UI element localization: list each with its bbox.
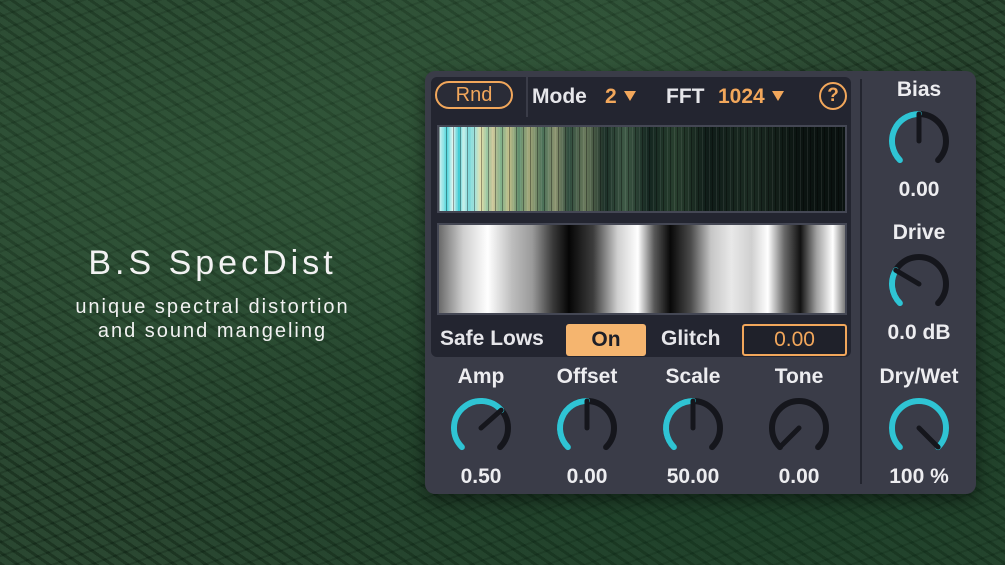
knob-pointer <box>777 425 802 450</box>
tone-value: 0.00 <box>778 465 820 488</box>
amp-value: 0.50 <box>460 465 502 488</box>
safe-lows-toggle[interactable]: On <box>566 324 646 356</box>
plugin-device: Rnd Mode 2 FFT 1024 ? Safe Lows On Glitc… <box>425 71 976 494</box>
fft-dropdown[interactable]: 1024 <box>718 85 785 109</box>
knob-tone: Tone 0.00 <box>749 365 849 489</box>
knob-drive: Drive 0.0 dB <box>869 221 969 345</box>
right-column-divider <box>860 79 862 484</box>
help-button[interactable]: ? <box>819 82 847 110</box>
fft-value: 1024 <box>718 85 765 108</box>
top-bar: Rnd Mode 2 FFT 1024 ? <box>431 77 851 117</box>
safe-lows-label: Safe Lows <box>440 327 544 350</box>
knob-dry-wet: Dry/Wet 100 % <box>869 365 969 489</box>
promo-subtitle-line-1: unique spectral distortion <box>75 296 350 318</box>
knob-pointer <box>478 407 504 431</box>
offset-value: 0.00 <box>566 465 608 488</box>
knob-value-arc <box>663 398 696 451</box>
knob-pointer <box>916 425 941 450</box>
knob-value-arc <box>889 398 949 451</box>
knob-scale: Scale 50.00 <box>643 365 743 489</box>
amp-dial[interactable] <box>446 393 516 463</box>
promo-subtitle-line-2: and sound mangeling <box>97 320 328 342</box>
knob-value-arc <box>889 267 903 307</box>
mode-value: 2 <box>605 85 617 108</box>
offset-label: Offset <box>556 365 618 388</box>
mode-label: Mode <box>532 85 587 108</box>
glitch-number-box[interactable]: 0.00 <box>742 324 847 356</box>
bias-label: Bias <box>896 78 942 101</box>
triangle-down-icon <box>771 91 784 101</box>
offset-dial[interactable] <box>552 393 622 463</box>
knob-value-arc <box>889 111 922 164</box>
knob-value-arc <box>450 398 505 451</box>
low-bar: Safe Lows On Glitch 0.00 <box>431 323 851 357</box>
spectrum-display <box>437 125 847 213</box>
dry-wet-value: 100 % <box>889 465 949 488</box>
dry-wet-label: Dry/Wet <box>879 365 959 388</box>
waveform-display <box>437 223 847 315</box>
promo-title: B.S SpecDist <box>88 244 337 282</box>
random-button[interactable]: Rnd <box>435 81 513 109</box>
knob-amp: Amp 0.50 <box>431 365 531 489</box>
drive-dial[interactable] <box>884 249 954 319</box>
knob-value-arc <box>557 398 590 451</box>
mode-dropdown[interactable]: 2 <box>605 85 637 109</box>
scale-label: Scale <box>665 365 721 388</box>
knob-track <box>769 398 829 451</box>
scale-dial[interactable] <box>658 393 728 463</box>
top-bar-separator <box>526 77 528 117</box>
glitch-label: Glitch <box>661 327 721 350</box>
promo-text: B.S SpecDist unique spectral distortion … <box>40 244 385 343</box>
bias-value: 0.00 <box>898 178 940 201</box>
tone-dial[interactable] <box>764 393 834 463</box>
drive-label: Drive <box>892 221 946 244</box>
fft-label: FFT <box>666 85 705 108</box>
tone-label: Tone <box>774 365 824 388</box>
dry-wet-dial[interactable] <box>884 393 954 463</box>
bias-dial[interactable] <box>884 106 954 176</box>
amp-label: Amp <box>457 365 505 388</box>
triangle-down-icon <box>623 91 636 101</box>
knob-track <box>889 254 949 307</box>
scale-value: 50.00 <box>666 465 720 488</box>
knob-offset: Offset 0.00 <box>537 365 637 489</box>
drive-value: 0.0 dB <box>887 321 951 344</box>
knob-bias: Bias 0.00 <box>869 78 969 202</box>
main-panel: Rnd Mode 2 FFT 1024 ? Safe Lows On Glitc… <box>431 77 851 357</box>
knob-pointer <box>893 267 922 287</box>
